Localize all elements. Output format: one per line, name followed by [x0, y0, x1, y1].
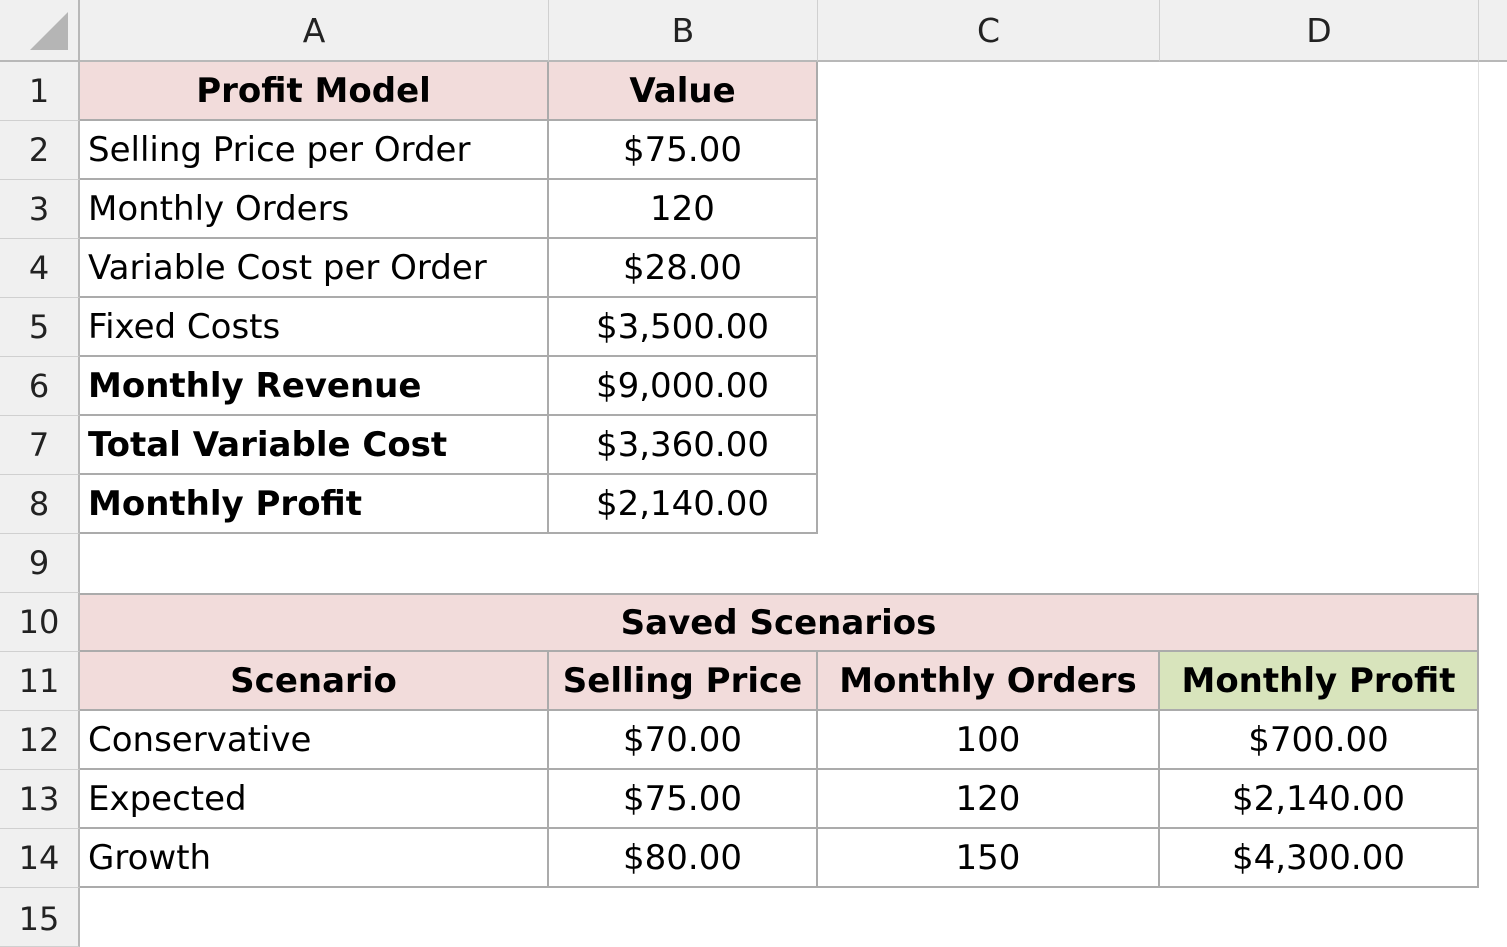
label-cell-selling-price[interactable]: Selling Price per Order	[80, 121, 549, 180]
scenario-price-cell[interactable]: $75.00	[549, 770, 818, 829]
scenario-orders-cell[interactable]: 120	[818, 770, 1160, 829]
row-header-1[interactable]: 1	[0, 62, 80, 121]
column-header-b[interactable]: B	[549, 0, 818, 62]
label-cell-monthly-profit[interactable]: Monthly Profit	[80, 475, 549, 534]
scenario-name-cell[interactable]: Conservative	[80, 711, 549, 770]
row-header-4[interactable]: 4	[0, 239, 80, 298]
scenario-orders-cell[interactable]: 150	[818, 829, 1160, 888]
column-header-e-partial[interactable]	[1479, 0, 1507, 62]
value-cell-selling-price[interactable]: $75.00	[549, 121, 818, 180]
column-header-d[interactable]: D	[1160, 0, 1479, 62]
scenario-name-cell[interactable]: Expected	[80, 770, 549, 829]
scenario-orders-cell[interactable]: 100	[818, 711, 1160, 770]
column-header-a[interactable]: A	[80, 0, 549, 62]
row-header-6[interactable]: 6	[0, 357, 80, 416]
row-header-14[interactable]: 14	[0, 829, 80, 888]
row-header-8[interactable]: 8	[0, 475, 80, 534]
row-header-12[interactable]: 12	[0, 711, 80, 770]
row-header-7[interactable]: 7	[0, 416, 80, 475]
scenario-price-cell[interactable]: $80.00	[549, 829, 818, 888]
value-cell-fixed-costs[interactable]: $3,500.00	[549, 298, 818, 357]
selling-price-header-cell[interactable]: Selling Price	[549, 652, 818, 711]
scenario-profit-cell[interactable]: $700.00	[1160, 711, 1479, 770]
value-cell-variable-cost[interactable]: $28.00	[549, 239, 818, 298]
scenario-name-cell[interactable]: Growth	[80, 829, 549, 888]
gridline	[1478, 62, 1479, 593]
scenario-profit-cell[interactable]: $2,140.00	[1160, 770, 1479, 829]
value-header-cell[interactable]: Value	[549, 62, 818, 121]
value-cell-monthly-profit[interactable]: $2,140.00	[549, 475, 818, 534]
row-header-3[interactable]: 3	[0, 180, 80, 239]
row-header-13[interactable]: 13	[0, 770, 80, 829]
value-cell-monthly-orders[interactable]: 120	[549, 180, 818, 239]
row-header-9[interactable]: 9	[0, 534, 80, 593]
scenario-header-cell[interactable]: Scenario	[80, 652, 549, 711]
row-header-15[interactable]: 15	[0, 888, 80, 947]
row-header-2[interactable]: 2	[0, 121, 80, 180]
row-header-11[interactable]: 11	[0, 652, 80, 711]
row-header-5[interactable]: 5	[0, 298, 80, 357]
scenario-price-cell[interactable]: $70.00	[549, 711, 818, 770]
value-cell-total-variable-cost[interactable]: $3,360.00	[549, 416, 818, 475]
label-cell-fixed-costs[interactable]: Fixed Costs	[80, 298, 549, 357]
row-header-10[interactable]: 10	[0, 593, 80, 652]
label-cell-monthly-orders[interactable]: Monthly Orders	[80, 180, 549, 239]
scenario-profit-cell[interactable]: $4,300.00	[1160, 829, 1479, 888]
label-cell-total-variable-cost[interactable]: Total Variable Cost	[80, 416, 549, 475]
select-all-corner[interactable]	[0, 0, 80, 62]
profit-model-header-cell[interactable]: Profit Model	[80, 62, 549, 121]
label-cell-monthly-revenue[interactable]: Monthly Revenue	[80, 357, 549, 416]
label-cell-variable-cost[interactable]: Variable Cost per Order	[80, 239, 549, 298]
monthly-profit-header-cell[interactable]: Monthly Profit	[1160, 652, 1479, 711]
value-cell-monthly-revenue[interactable]: $9,000.00	[549, 357, 818, 416]
column-header-c[interactable]: C	[818, 0, 1160, 62]
monthly-orders-header-cell[interactable]: Monthly Orders	[818, 652, 1160, 711]
saved-scenarios-title-cell[interactable]: Saved Scenarios	[80, 593, 1479, 652]
select-all-triangle-icon	[30, 12, 68, 50]
